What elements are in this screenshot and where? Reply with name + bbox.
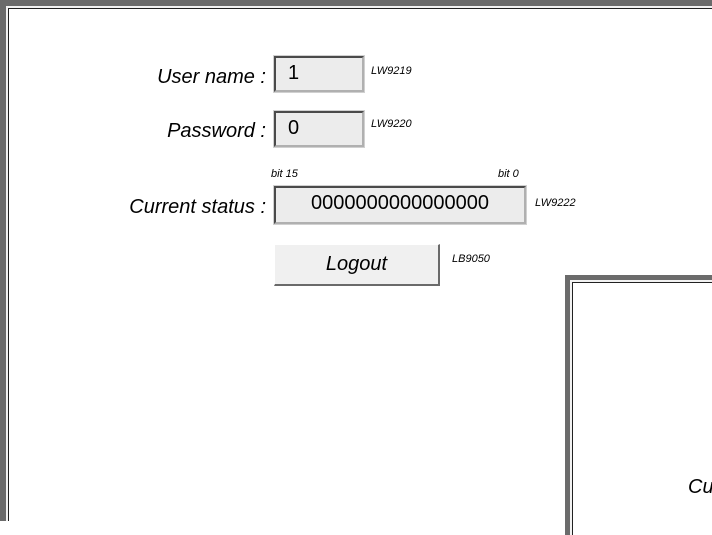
logout-button[interactable]: Logout	[274, 244, 440, 286]
bit-low-label: bit 0	[498, 168, 519, 180]
panel-partial-label: Cu	[688, 476, 712, 498]
secondary-panel: Cu	[565, 275, 712, 535]
password-field[interactable]: 0	[273, 110, 365, 148]
password-address-tag: LW9220	[371, 118, 412, 130]
logout-address-tag: LB9050	[452, 253, 490, 265]
status-address-tag: LW9222	[535, 197, 576, 209]
password-label: Password :	[167, 120, 266, 142]
bit-high-label: bit 15	[271, 168, 298, 180]
username-address-tag: LW9219	[371, 65, 412, 77]
username-label: User name :	[157, 66, 266, 88]
status-field: 0000000000000000	[273, 185, 527, 225]
status-label: Current status :	[129, 196, 266, 218]
username-field[interactable]: 1	[273, 55, 365, 93]
